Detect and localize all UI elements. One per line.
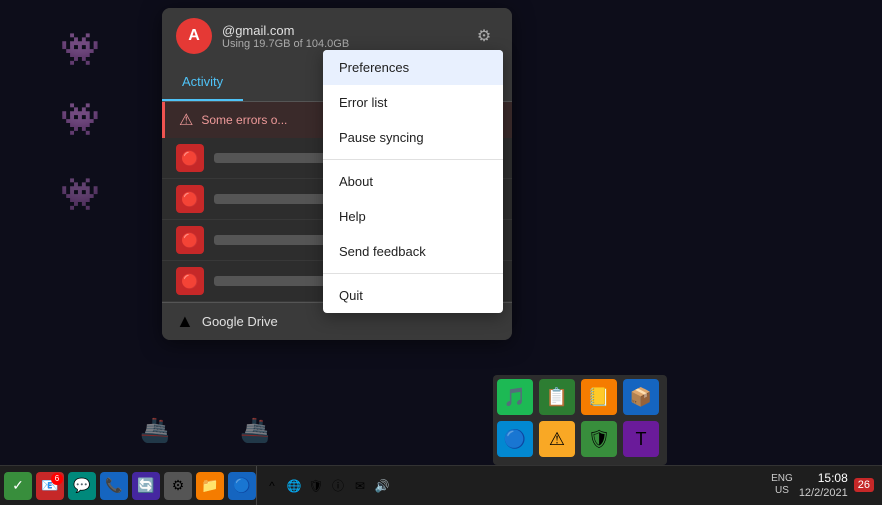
tray-mail-icon[interactable]: ✉	[351, 477, 369, 495]
alien-sprite-3: 👾	[60, 175, 100, 213]
taskbar-sync-icon[interactable]: 🔄	[132, 472, 160, 500]
taskbar-left: ✓ 📧 6 💬 📞 🔄 ⚙ 📁 🔵	[0, 472, 256, 500]
upper-tray: 🎵 📋 📒 📦 🔵 ⚠ 🛡 T	[493, 375, 667, 465]
menu-item-quit[interactable]: Quit	[323, 278, 503, 313]
warning-tray-icon[interactable]: ⚠	[539, 421, 575, 457]
taskbar-right: ENGUS 15:08 12/2/2021 26	[771, 471, 882, 501]
drive-logo-icon: ▲	[176, 311, 194, 332]
file-icon-1: 🔴	[176, 144, 204, 172]
translate-tray-icon[interactable]: T	[623, 421, 659, 457]
drive-footer-text: Google Drive	[202, 314, 278, 329]
notification-badge[interactable]: 26	[854, 478, 874, 492]
dropbox-icon[interactable]: 📦	[623, 379, 659, 415]
gear-button[interactable]: ⚙	[470, 22, 498, 50]
file-icon-2: 🔴	[176, 185, 204, 213]
alien-sprite-2: 👾	[60, 100, 100, 138]
taskbar-settings-icon[interactable]: ⚙	[164, 472, 192, 500]
tray-security-icon[interactable]: 🛡	[307, 477, 325, 495]
shield-tray-icon[interactable]: 🛡	[581, 421, 617, 457]
taskbar-drive-icon[interactable]: 📁	[196, 472, 224, 500]
menu-item-preferences[interactable]: Preferences	[323, 50, 503, 85]
menu-item-send-feedback[interactable]: Send feedback	[323, 234, 503, 269]
notebook-icon[interactable]: 📒	[581, 379, 617, 415]
time-label: 15:08	[799, 471, 848, 487]
file-icon-3: 🔴	[176, 226, 204, 254]
menu-divider-1	[323, 159, 503, 160]
tray-volume-icon[interactable]: 🔊	[373, 477, 391, 495]
file-icon-4: 🔴	[176, 267, 204, 295]
system-tray: ^ 🌐 🛡 ⓘ ✉ 🔊	[256, 466, 397, 505]
menu-item-pause-syncing[interactable]: Pause syncing	[323, 120, 503, 155]
taskbar-phone-icon[interactable]: 📞	[100, 472, 128, 500]
context-menu: Preferences Error list Pause syncing Abo…	[323, 50, 503, 313]
menu-divider-2	[323, 273, 503, 274]
menu-item-help[interactable]: Help	[323, 199, 503, 234]
ship-sprite: 🚢	[140, 416, 170, 445]
menu-item-about[interactable]: About	[323, 164, 503, 199]
email-label: @gmail.com	[222, 23, 460, 38]
tray-info-icon[interactable]: ⓘ	[329, 477, 347, 495]
gmail-badge: 6	[51, 473, 63, 485]
spotify-icon[interactable]: 🎵	[497, 379, 533, 415]
date-label: 12/2/2021	[799, 486, 848, 500]
storage-label: Using 19.7GB of 104.0GB	[222, 38, 460, 50]
taskbar-gmail-icon[interactable]: 📧 6	[36, 472, 64, 500]
tray-chevron-icon[interactable]: ^	[263, 477, 281, 495]
error-icon: ⚠	[179, 110, 193, 130]
taskbar-check-icon[interactable]: ✓	[4, 472, 32, 500]
locale-label: ENGUS	[771, 473, 793, 497]
tray-network-icon[interactable]: 🌐	[285, 477, 303, 495]
menu-item-error-list[interactable]: Error list	[323, 85, 503, 120]
taskbar-blue-icon[interactable]: 🔵	[228, 472, 256, 500]
tab-activity[interactable]: Activity	[162, 64, 243, 101]
taskbar: ✓ 📧 6 💬 📞 🔄 ⚙ 📁 🔵 ^ 🌐 🛡 ⓘ ✉ 🔊 ENGUS 15:0…	[0, 465, 882, 505]
account-info: @gmail.com Using 19.7GB of 104.0GB	[222, 23, 460, 50]
taskbar-messages-icon[interactable]: 💬	[68, 472, 96, 500]
klokki-icon[interactable]: 📋	[539, 379, 575, 415]
alien-sprite-1: 👾	[60, 30, 100, 68]
time-display: 15:08 12/2/2021	[799, 471, 848, 501]
avatar: A	[176, 18, 212, 54]
drive-tray-icon[interactable]: 🔵	[497, 421, 533, 457]
ship-sprite-2: 🚢	[240, 416, 270, 445]
error-text: Some errors o...	[201, 113, 287, 127]
